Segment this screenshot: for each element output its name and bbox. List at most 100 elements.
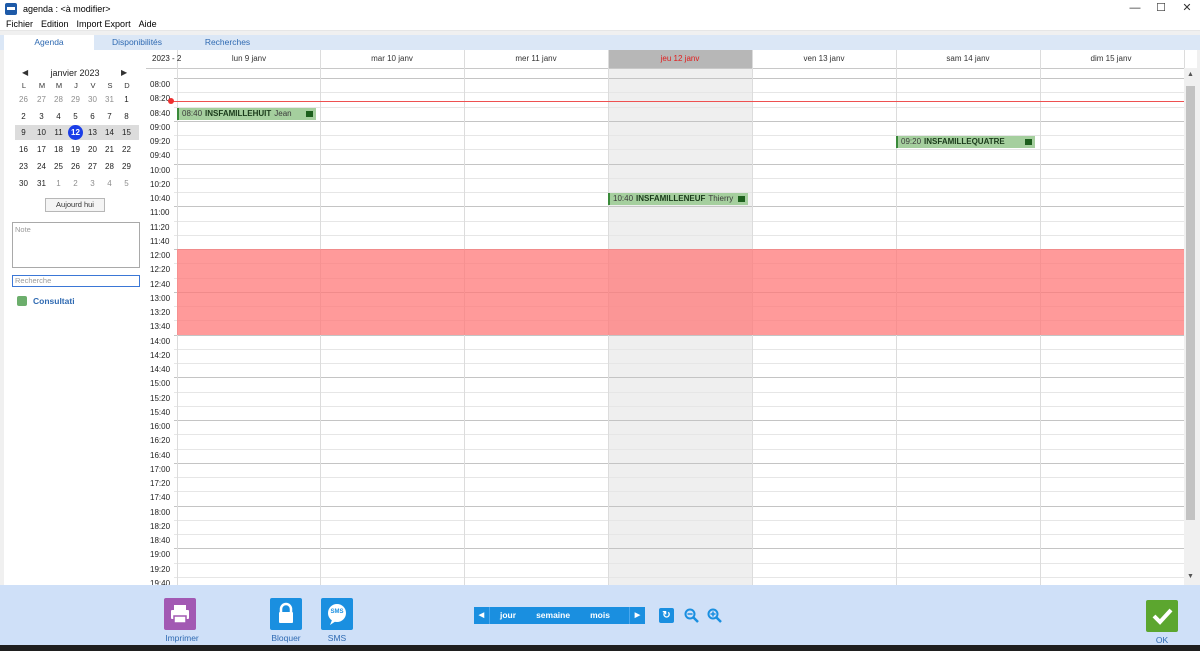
mini-calendar-day[interactable]: 31 [102, 93, 117, 107]
tab-agenda[interactable]: Agenda [4, 35, 94, 50]
mini-calendar-day[interactable]: 15 [119, 126, 134, 140]
mini-calendar-day[interactable]: 1 [51, 177, 66, 191]
prev-month-icon[interactable]: ◀ [22, 68, 28, 77]
view-week-button[interactable]: semaine [526, 607, 580, 624]
year-label: 2023 - 2 [152, 54, 182, 63]
mini-calendar-day[interactable]: 4 [51, 110, 66, 124]
mini-calendar-day[interactable]: 11 [51, 126, 66, 140]
calendar-scrollbar[interactable]: ▲ ▼ [1184, 68, 1197, 585]
mini-calendar-day[interactable]: 27 [34, 93, 49, 107]
maximize-button[interactable]: ☐ [1148, 0, 1174, 17]
weekday-header: J [74, 81, 78, 90]
menu-edition[interactable]: Edition [41, 19, 69, 29]
zoom-out-icon[interactable] [684, 608, 699, 623]
appointment-event[interactable]: 09:20 INSFAMILLEQUATRE [896, 136, 1035, 148]
menu-import-export[interactable]: Import Export [77, 19, 131, 29]
mini-calendar-day[interactable]: 26 [68, 160, 83, 174]
time-label: 12:40 [150, 280, 171, 289]
legend-item-consultation[interactable]: Consultati [17, 296, 75, 306]
block-button[interactable]: Bloquer [270, 598, 302, 643]
mini-calendar-day[interactable]: 3 [34, 110, 49, 124]
view-month-button[interactable]: mois [580, 607, 620, 624]
mini-calendar-day[interactable]: 28 [102, 160, 117, 174]
day-column-header[interactable]: sam 14 janv [896, 50, 1040, 68]
day-column-header[interactable]: dim 15 janv [1040, 50, 1182, 68]
search-input[interactable]: Recherche [12, 275, 140, 287]
appointment-event[interactable]: 08:40 INSFAMILLEHUIT Jean [177, 108, 316, 120]
mini-calendar-day[interactable]: 3 [85, 177, 100, 191]
note-field[interactable]: Note [12, 222, 140, 268]
mini-calendar-day[interactable]: 4 [102, 177, 117, 191]
menu-fichier[interactable]: Fichier [6, 19, 33, 29]
day-column-header[interactable]: ven 13 janv [752, 50, 896, 68]
refresh-icon[interactable]: ↻ [659, 608, 674, 623]
mini-calendar-day[interactable]: 9 [16, 126, 31, 140]
mini-calendar-day[interactable]: 14 [102, 126, 117, 140]
mini-calendar-day[interactable]: 26 [16, 93, 31, 107]
mini-calendar-day[interactable]: 13 [85, 126, 100, 140]
mini-calendar-day[interactable]: 2 [68, 177, 83, 191]
time-slot-line [174, 491, 1184, 492]
mini-calendar-day[interactable]: 23 [16, 160, 31, 174]
mini-calendar-day[interactable]: 30 [85, 93, 100, 107]
mini-calendar-day[interactable]: 1 [119, 93, 134, 107]
block-label: Bloquer [271, 633, 301, 643]
mini-calendar-day[interactable]: 22 [119, 143, 134, 157]
mini-calendar-day[interactable]: 28 [51, 93, 66, 107]
mini-calendar-day[interactable]: 7 [102, 110, 117, 124]
minimize-button[interactable]: — [1122, 0, 1148, 17]
day-column-header[interactable]: jeu 12 janv [608, 50, 752, 68]
view-day-button[interactable]: jour [490, 607, 526, 624]
mini-calendar-day[interactable]: 31 [34, 177, 49, 191]
mini-calendar-day[interactable]: 6 [85, 110, 100, 124]
mini-calendar-today[interactable]: 12 [68, 125, 83, 140]
mini-calendar-day[interactable]: 19 [68, 143, 83, 157]
current-time-dot [168, 98, 174, 104]
day-column-header[interactable]: mer 11 janv [464, 50, 608, 68]
mini-calendar-day[interactable]: 27 [85, 160, 100, 174]
time-label: 16:20 [150, 436, 171, 445]
time-slot-line [174, 335, 1184, 336]
time-label: 15:40 [150, 408, 171, 417]
mini-calendar-day[interactable]: 29 [119, 160, 134, 174]
menu-aide[interactable]: Aide [139, 19, 157, 29]
tab-recherches[interactable]: Recherches [180, 35, 275, 50]
day-column-header[interactable]: mar 10 janv [320, 50, 464, 68]
today-button[interactable]: Aujourd hui [45, 198, 105, 212]
next-period-icon[interactable]: ▶ [629, 607, 645, 624]
mini-calendar-day[interactable]: 20 [85, 143, 100, 157]
printer-icon [164, 598, 196, 630]
print-button[interactable]: Imprimer [164, 598, 200, 643]
scroll-up-icon[interactable]: ▲ [1184, 71, 1197, 78]
day-column-header[interactable]: lun 9 janv [177, 50, 321, 68]
prev-period-icon[interactable]: ◀ [474, 607, 490, 624]
mini-calendar-day[interactable]: 18 [51, 143, 66, 157]
sms-button[interactable]: SMS SMS [321, 598, 353, 643]
blocked-period[interactable] [177, 249, 1184, 335]
appointment-event[interactable]: 10:40 INSFAMILLENEUF Thierry [608, 193, 748, 205]
ok-button[interactable]: OK [1146, 600, 1178, 645]
mini-calendar-day[interactable]: 2 [16, 110, 31, 124]
time-label: 16:40 [150, 451, 171, 460]
mini-calendar-day[interactable]: 16 [16, 143, 31, 157]
mini-calendar-day[interactable]: 29 [68, 93, 83, 107]
next-month-icon[interactable]: ▶ [121, 68, 127, 77]
mini-calendar-day[interactable]: 24 [34, 160, 49, 174]
scrollbar-thumb[interactable] [1186, 86, 1195, 520]
scroll-down-icon[interactable]: ▼ [1184, 573, 1197, 580]
mini-calendar-day[interactable]: 30 [16, 177, 31, 191]
tab-disponibilites[interactable]: Disponibilités [94, 35, 180, 50]
mini-calendar-day[interactable]: 5 [119, 177, 134, 191]
event-name: INSFAMILLEHUIT [205, 109, 272, 118]
mini-calendar-day[interactable]: 17 [34, 143, 49, 157]
mini-calendar-day[interactable]: 21 [102, 143, 117, 157]
mini-calendar-day[interactable]: 25 [51, 160, 66, 174]
mini-calendar-day[interactable]: 8 [119, 110, 134, 124]
mini-calendar-day[interactable]: 5 [68, 110, 83, 124]
month-label: janvier 2023 [50, 68, 100, 78]
close-button[interactable]: ✕ [1174, 0, 1200, 17]
zoom-in-icon[interactable] [707, 608, 722, 623]
window-title: agenda : <à modifier> [23, 3, 111, 14]
mini-calendar-day[interactable]: 10 [34, 126, 49, 140]
time-label: 09:00 [150, 123, 171, 132]
